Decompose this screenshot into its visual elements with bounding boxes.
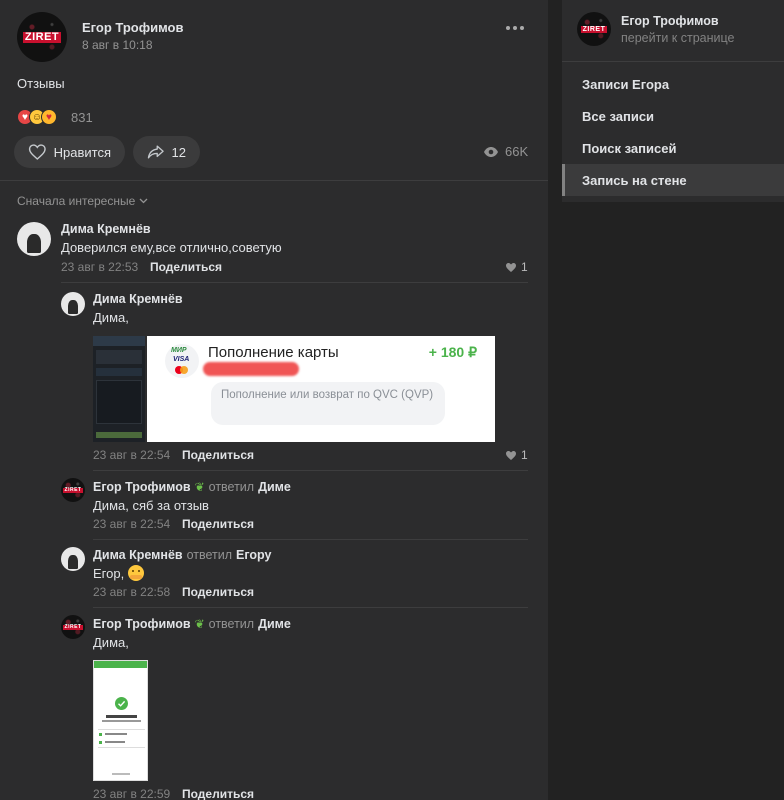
comment-text: Дима, сяб за отзыв xyxy=(93,498,209,513)
commenter-avatar[interactable] xyxy=(61,547,85,571)
commenter-avatar[interactable]: ZIRET xyxy=(61,478,85,502)
sidebar-item-label: Записи Егора xyxy=(582,76,670,92)
replied-word: ответил xyxy=(186,548,233,562)
sidebar-item-label: Запись на стене xyxy=(582,172,687,188)
leaf-emoji-icon: ❦ xyxy=(194,480,205,494)
check-circle-icon xyxy=(115,697,128,710)
receipt-title: Пополнение карты xyxy=(208,344,339,361)
post-divider xyxy=(0,180,548,181)
eye-icon xyxy=(484,146,498,157)
attached-screenshot-image[interactable] xyxy=(93,660,148,781)
comment-date[interactable]: 23 авг в 22:54 xyxy=(93,517,170,531)
comment-author[interactable]: Дима Кремнёв xyxy=(93,548,183,562)
comment-text: Егор, xyxy=(93,565,125,581)
reactions-count: 831 xyxy=(71,110,93,125)
comment-date[interactable]: 23 авг в 22:53 xyxy=(61,260,138,274)
receipt-note: Пополнение или возврат по QVC (QVP) xyxy=(221,389,434,401)
payment-systems-logo: МИР VISA xyxy=(165,344,199,378)
comment-share-button[interactable]: Поделиться xyxy=(182,787,254,800)
sidebar-item-wall-post[interactable]: Запись на стене xyxy=(562,164,784,196)
views-count: 66K xyxy=(505,144,529,159)
comment-text: Доверился ему,все отлично,советую xyxy=(61,240,282,255)
receipt-amount: + 180 ₽ xyxy=(428,344,477,360)
replied-word: ответил xyxy=(208,617,255,631)
avatar-logo-text: ZIRET xyxy=(22,30,62,43)
visa-logo-text: VISA xyxy=(173,356,190,363)
comment-like-button[interactable]: 1 xyxy=(505,448,528,462)
heart-icon xyxy=(506,450,516,460)
shares-count: 12 xyxy=(171,144,186,160)
chevron-down-icon xyxy=(139,198,148,204)
wall-sidebar: ZIRET Егор Трофимов перейти к странице З… xyxy=(562,0,784,202)
replied-to[interactable]: Диме xyxy=(258,617,291,631)
receipt-note-box: Пополнение или возврат по QVC (QVP) xyxy=(211,382,445,425)
comment-date[interactable]: 23 авг в 22:59 xyxy=(93,787,170,800)
sidebar-item-egor-posts[interactable]: Записи Егора xyxy=(562,68,784,100)
avatar-logo-text: ZIRET xyxy=(62,623,84,630)
commenter-avatar[interactable]: ZIRET xyxy=(61,615,85,639)
share-post-button[interactable]: 12 xyxy=(133,136,200,168)
attached-receipt-image[interactable]: МИР VISA Пополнение карты + 180 ₽ Пополн… xyxy=(147,336,495,442)
comment-text: Дима, xyxy=(93,310,129,325)
like-label: Нравится xyxy=(53,144,111,160)
comment-author[interactable]: Егор Трофимов xyxy=(93,480,191,494)
views-counter: 66K xyxy=(483,144,528,159)
comment-like-button[interactable]: 1 xyxy=(505,260,528,274)
replied-to[interactable]: Егору xyxy=(236,548,271,562)
replied-to[interactable]: Диме xyxy=(258,480,291,494)
like-button[interactable]: Нравится xyxy=(14,136,125,168)
comment-author[interactable]: Дима Кремнёв xyxy=(61,222,151,236)
mastercard-icon xyxy=(175,366,189,374)
replied-word: ответил xyxy=(208,480,255,494)
sidebar-item-search-posts[interactable]: Поиск записей xyxy=(562,132,784,164)
comment-author[interactable]: Егор Трофимов xyxy=(93,617,191,631)
sidebar-divider xyxy=(562,61,784,62)
post-author-name[interactable]: Егор Трофимов xyxy=(82,20,183,35)
comment-date[interactable]: 23 авг в 22:54 xyxy=(93,448,170,462)
post-panel: ZIRET Егор Трофимов 8 авг в 10:18 Отзывы… xyxy=(0,0,548,800)
comment-date[interactable]: 23 авг в 22:58 xyxy=(93,585,170,599)
avatar-logo-text: ZIRET xyxy=(580,25,608,33)
sidebar-item-all-posts[interactable]: Все записи xyxy=(562,100,784,132)
commenter-avatar[interactable] xyxy=(61,292,85,316)
avatar-logo-text: ZIRET xyxy=(62,486,84,493)
leaf-emoji-icon: ❦ xyxy=(194,617,205,631)
comment-like-count: 1 xyxy=(521,260,528,274)
mir-logo-text: МИР xyxy=(171,347,187,354)
post-date[interactable]: 8 авг в 10:18 xyxy=(82,38,153,52)
heart-outline-icon xyxy=(28,144,46,160)
comment-like-count: 1 xyxy=(521,448,528,462)
redacted-scribble xyxy=(203,362,299,376)
post-text: Отзывы xyxy=(17,76,65,91)
commenter-avatar[interactable] xyxy=(17,222,51,256)
comment-divider xyxy=(93,539,528,540)
comment-author[interactable]: Дима Кремнёв xyxy=(93,292,183,306)
comment-divider xyxy=(93,470,528,471)
comment-divider xyxy=(93,607,528,608)
sidebar-item-label: Поиск записей xyxy=(582,140,677,156)
owner-name[interactable]: Егор Трофимов xyxy=(621,14,719,28)
comment-text: Дима, xyxy=(93,635,129,650)
post-author-avatar[interactable]: ZIRET xyxy=(17,12,67,62)
comment-share-button[interactable]: Поделиться xyxy=(182,448,254,462)
comment-share-button[interactable]: Поделиться xyxy=(182,585,254,599)
owner-avatar[interactable]: ZIRET xyxy=(577,12,611,46)
owner-page-link[interactable]: перейти к странице xyxy=(621,31,734,45)
share-arrow-icon xyxy=(147,145,164,159)
attached-screenshot-image[interactable] xyxy=(93,336,145,442)
heart-icon xyxy=(506,262,516,272)
comments-sort-dropdown[interactable]: Сначала интересные xyxy=(17,194,148,208)
comment-divider xyxy=(61,282,528,283)
sort-label: Сначала интересные xyxy=(17,194,136,208)
hug-emoji-icon xyxy=(128,565,145,581)
reactions-summary[interactable]: ♥ ☺ ♥ 831 xyxy=(17,109,107,127)
comment-share-button[interactable]: Поделиться xyxy=(182,517,254,531)
sidebar-item-label: Все записи xyxy=(582,108,655,124)
comment-share-button[interactable]: Поделиться xyxy=(150,260,222,274)
love-eyes-reaction-icon: ♥ xyxy=(41,109,57,125)
more-icon[interactable] xyxy=(504,20,526,36)
